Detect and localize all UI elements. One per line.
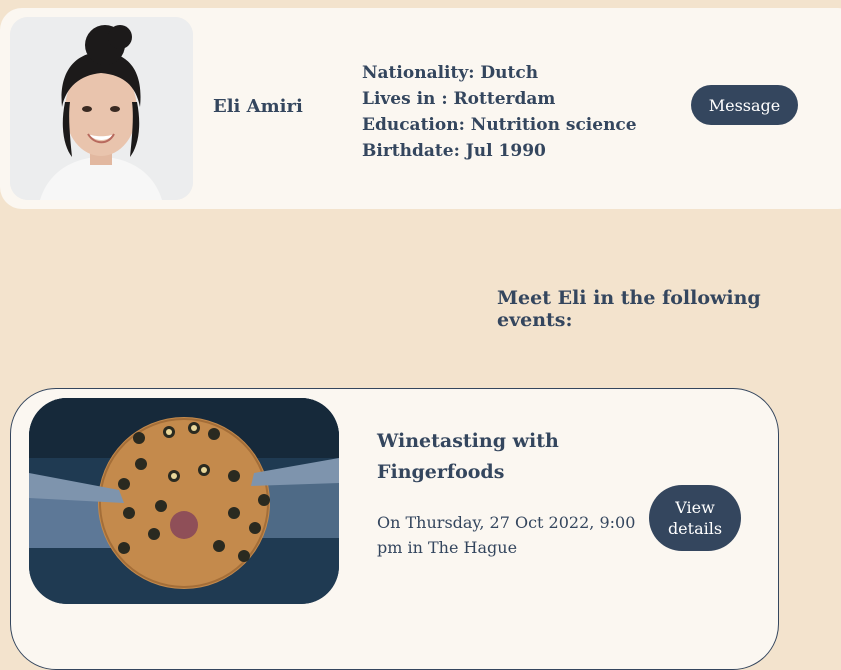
lives-in-text: Lives in : Rotterdam: [362, 89, 556, 109]
event-image: [29, 398, 339, 604]
event-datetime-location: On Thursday, 27 Oct 2022, 9:00 pm in The…: [377, 513, 636, 557]
profile-card: Eli Amiri Nationality: Dutch Lives in : …: [0, 8, 841, 209]
event-title: Winetasting with Fingerfoods: [377, 430, 559, 483]
avatar-photo: [10, 17, 193, 200]
education-text: Education: Nutrition science: [362, 115, 637, 135]
view-details-button[interactable]: View details: [649, 485, 741, 551]
birthdate-text: Birthdate: Jul 1990: [362, 141, 546, 161]
wine-table-photo: [29, 398, 339, 604]
event-card: Winetasting with Fingerfoods On Thursday…: [10, 388, 779, 670]
view-details-label: View details: [667, 498, 723, 538]
profile-name: Eli Amiri: [213, 96, 303, 117]
avatar: [10, 17, 193, 200]
message-button[interactable]: Message: [691, 85, 798, 125]
nationality-text: Nationality: Dutch: [362, 63, 539, 83]
events-heading: Meet Eli in the following events:: [497, 287, 761, 331]
profile-info: Nationality: Dutch Lives in : Rotterdam …: [362, 60, 637, 164]
